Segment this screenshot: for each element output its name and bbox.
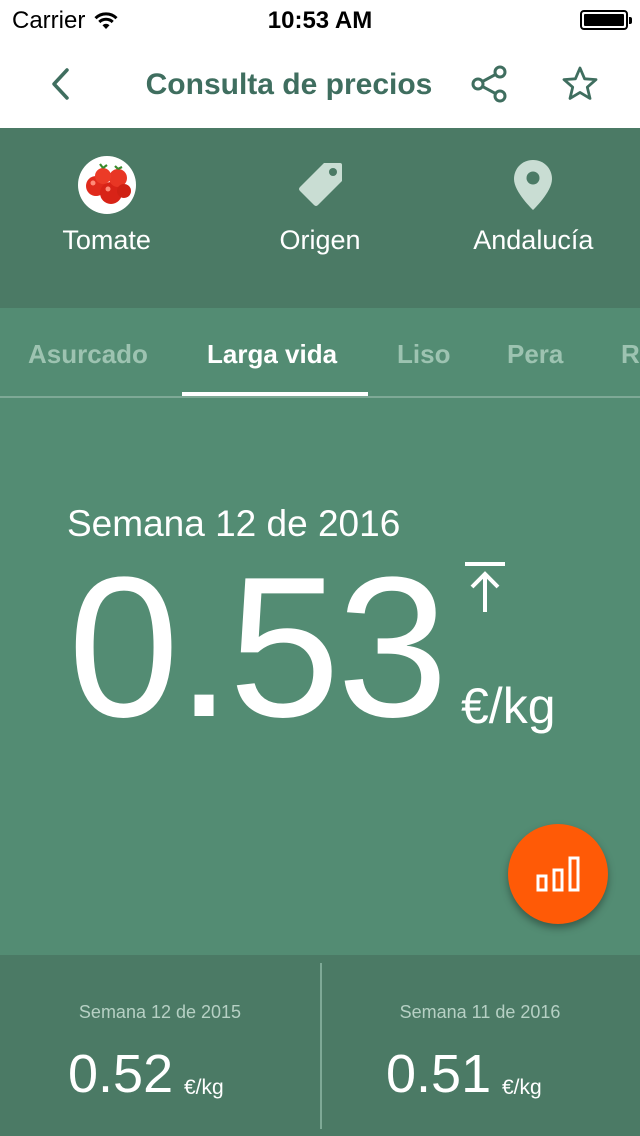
current-price-panel: Semana 12 de 2016 0.53 €/kg xyxy=(0,400,640,955)
star-icon xyxy=(562,66,598,100)
tomato-illustration xyxy=(85,163,131,204)
filter-region[interactable]: Andalucía xyxy=(427,128,640,308)
favorite-button[interactable] xyxy=(556,60,604,108)
comparison-price-value: 0.51 xyxy=(386,1044,492,1104)
comparison-panel: Semana 12 de 2015 0.52 €/kg Semana 11 de… xyxy=(0,955,640,1136)
filter-product-label: Tomate xyxy=(62,225,151,255)
tab-larga-vida[interactable]: Larga vida xyxy=(207,339,337,370)
battery-icon xyxy=(580,10,632,30)
tag-icon xyxy=(298,163,342,206)
comparison-price-value: 0.52 xyxy=(68,1044,174,1104)
status-bar: Carrier 10:53 AM xyxy=(0,0,640,40)
filter-bar: Tomate Origen Andalucía xyxy=(0,128,640,308)
tomato-image xyxy=(77,156,136,214)
status-time: 10:53 AM xyxy=(267,7,373,34)
tab-liso[interactable]: Liso xyxy=(397,339,450,370)
tab-r[interactable]: R xyxy=(621,339,640,370)
filter-origin-icon-wrap xyxy=(290,155,350,215)
active-tab-indicator xyxy=(182,392,368,396)
comparison-last-week: Semana 11 de 2016 0.51 €/kg xyxy=(320,955,640,1136)
filter-product-icon-wrap xyxy=(77,155,137,215)
filter-region-label: Andalucía xyxy=(473,225,594,255)
filter-product[interactable]: Tomate xyxy=(0,128,213,308)
tab-pera[interactable]: Pera xyxy=(507,339,563,370)
current-price-value: 0.53 xyxy=(68,536,448,759)
location-pin-icon xyxy=(514,160,553,210)
comparison-price-unit: €/kg xyxy=(184,1076,224,1099)
tab-asurcado[interactable]: Asurcado xyxy=(28,339,148,370)
comparison-last-year: Semana 12 de 2015 0.52 €/kg xyxy=(0,955,320,1136)
share-button[interactable] xyxy=(466,60,514,108)
filter-origin-label: Origen xyxy=(279,225,361,255)
comparison-week-label: Semana 11 de 2016 xyxy=(399,1002,561,1022)
filter-region-icon-wrap xyxy=(503,155,563,215)
current-price-unit: €/kg xyxy=(461,678,556,734)
comparison-price-unit: €/kg xyxy=(502,1076,542,1099)
filter-origin[interactable]: Origen xyxy=(213,128,426,308)
navigation-bar: Consulta de precios xyxy=(0,40,640,128)
battery-fill xyxy=(584,14,624,26)
variety-tabs: Asurcado Larga vida Liso Pera R xyxy=(0,308,640,398)
share-icon xyxy=(471,65,507,103)
arrow-up-to-top-icon xyxy=(465,562,505,612)
bar-chart-icon xyxy=(536,856,580,892)
comparison-week-label: Semana 12 de 2015 xyxy=(78,1002,242,1022)
chart-button[interactable] xyxy=(508,824,608,924)
